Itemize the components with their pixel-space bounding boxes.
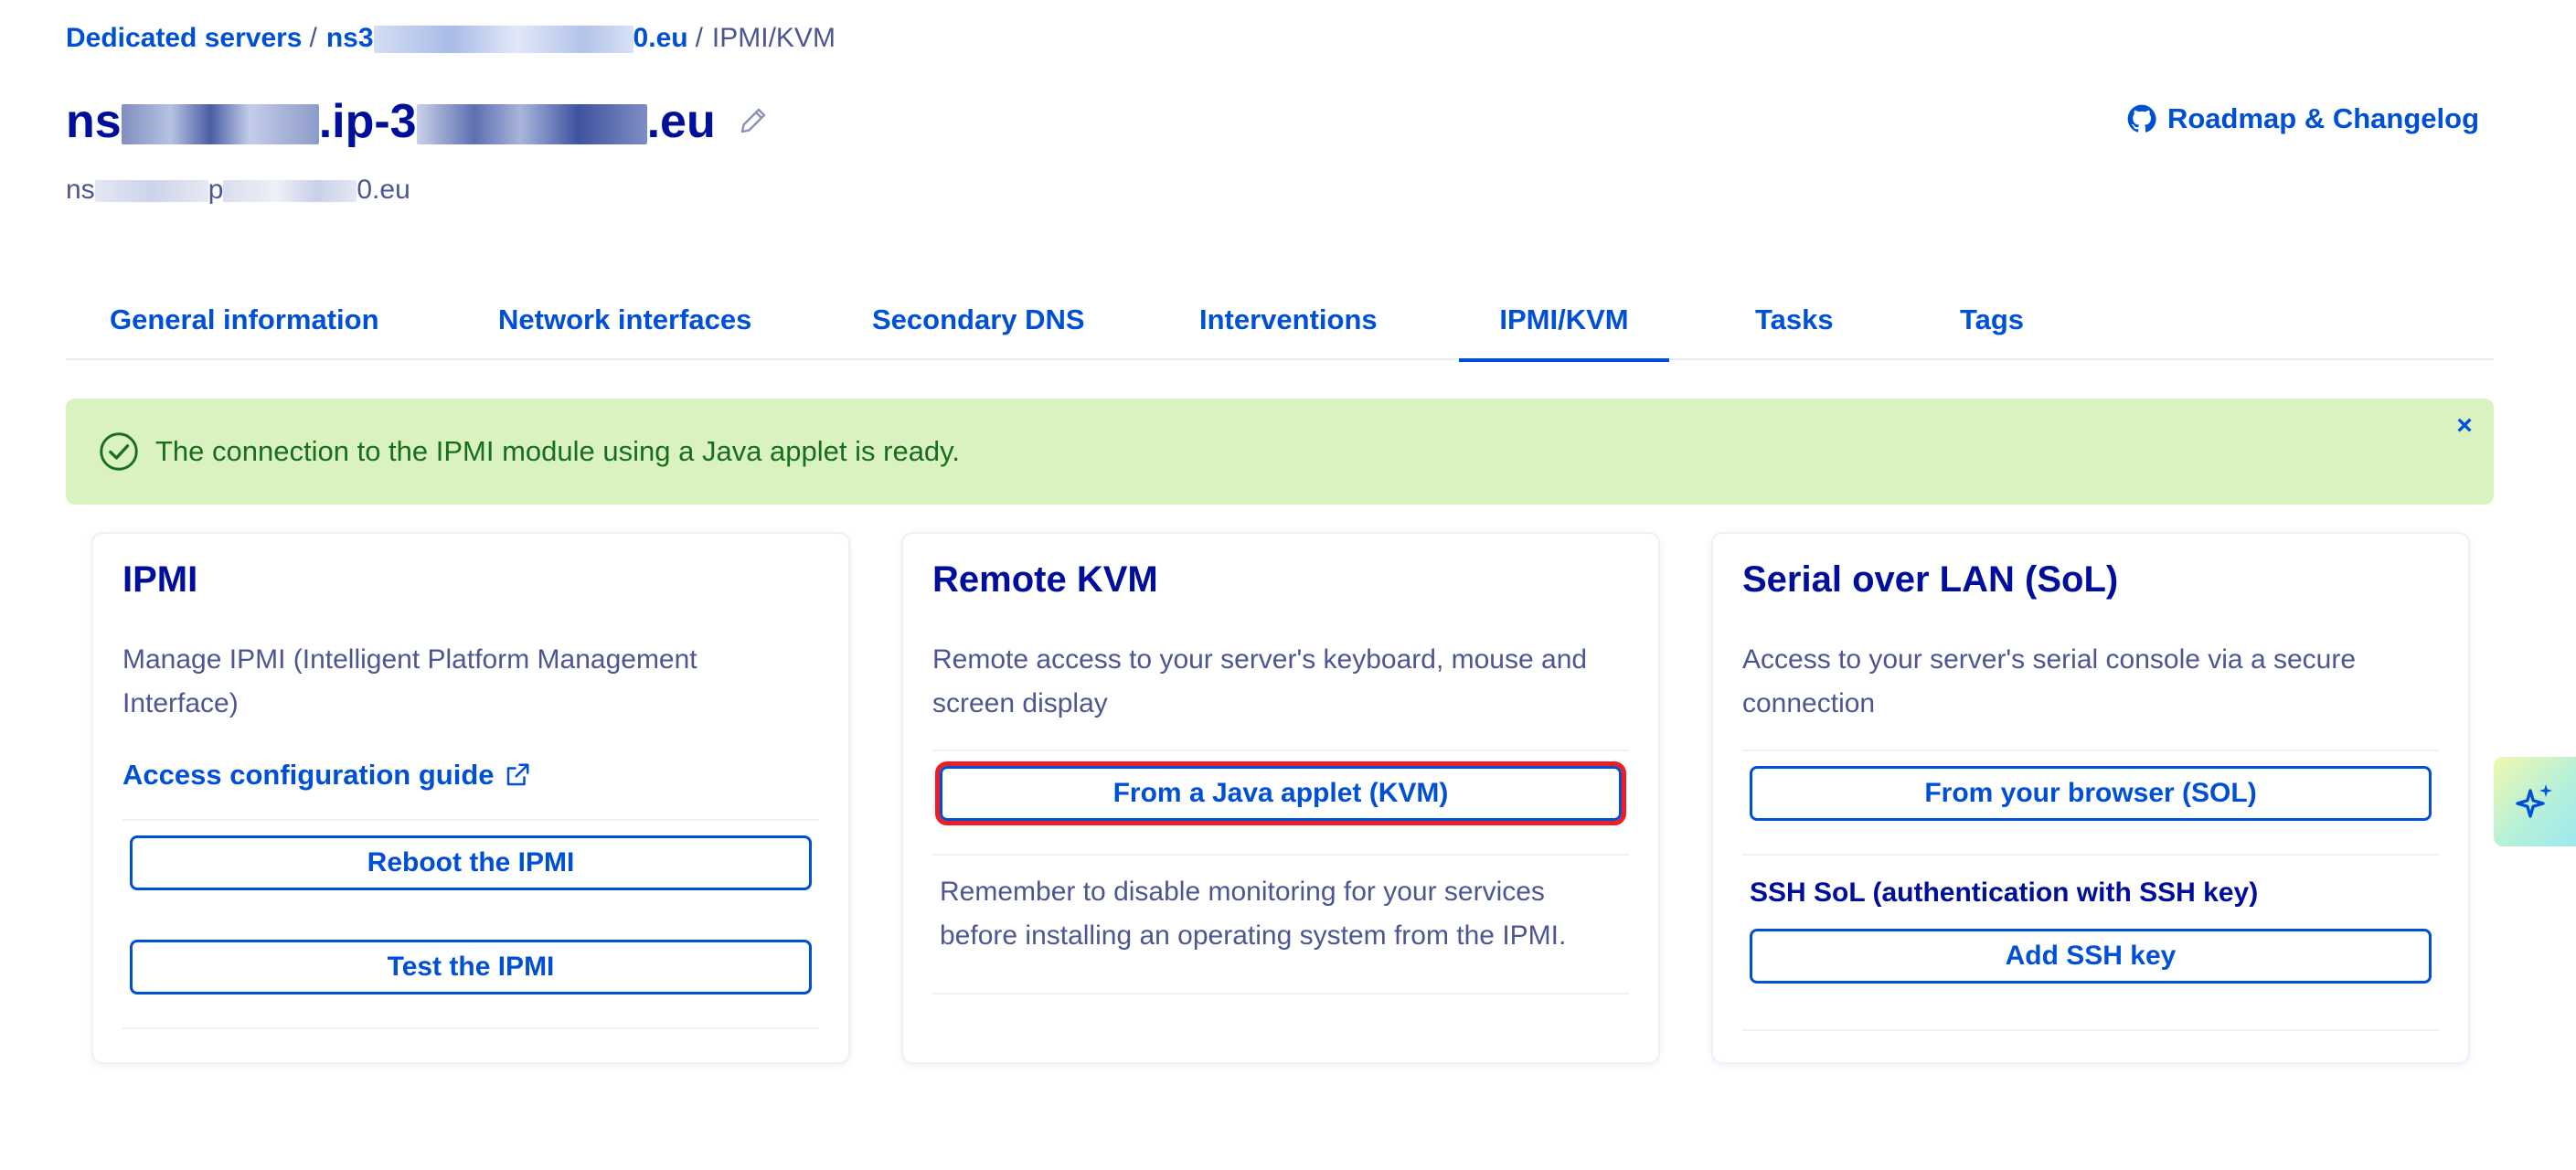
subtitle-mid: p (208, 175, 224, 205)
breadcrumb-server-prefix: ns3 (325, 23, 374, 53)
page-title: ns .ip-3 .eu (66, 90, 716, 154)
redacted-text (373, 26, 633, 54)
tab-general-information[interactable]: General information (110, 291, 379, 358)
sparkle-icon (2516, 784, 2552, 818)
java-applet-kvm-button[interactable]: From a Java applet (KVM) (935, 761, 1626, 825)
ipmi-card: IPMI Manage IPMI (Intelligent Platform M… (91, 532, 850, 1064)
redacted-text (121, 104, 319, 145)
redacted-text (223, 180, 357, 203)
close-icon[interactable]: × (2448, 410, 2481, 442)
kvm-monitoring-note: Remember to disable monitoring for your … (940, 877, 1567, 951)
serial-over-lan-card: Serial over LAN (SoL) Access to your ser… (1711, 532, 2470, 1064)
divider (1742, 854, 2439, 856)
divider (932, 854, 1629, 856)
breadcrumb-server[interactable]: ns3 0.eu (325, 23, 688, 54)
kvm-card-title: Remote KVM (932, 559, 1158, 600)
remote-kvm-card: Remote KVM Remote access to your server'… (901, 532, 1660, 1064)
success-alert: The connection to the IPMI module using … (66, 399, 2494, 505)
divider (932, 993, 1629, 994)
ssh-sol-label: SSH SoL (authentication with SSH key) (1750, 878, 2259, 908)
tab-interventions[interactable]: Interventions (1199, 291, 1378, 358)
page-title-suffix: .eu (646, 95, 716, 148)
sol-card-description: Access to your server's serial console v… (1742, 644, 2357, 718)
divider (122, 819, 819, 821)
ipmi-card-description: Manage IPMI (Intelligent Platform Manage… (122, 644, 697, 718)
ipmi-card-title: IPMI (122, 559, 198, 600)
page-subtitle: ns p 0.eu (66, 172, 410, 208)
access-configuration-guide-link[interactable]: Access configuration guide (122, 753, 531, 797)
divider (1742, 750, 2439, 751)
github-icon (2127, 104, 2156, 133)
breadcrumb: Dedicated servers / ns3 0.eu / IPMI/KVM (66, 20, 836, 57)
alert-message: The connection to the IPMI module using … (155, 435, 960, 467)
reboot-ipmi-button[interactable]: Reboot the IPMI (130, 835, 812, 890)
redacted-text (94, 180, 208, 203)
breadcrumb-dedicated-servers[interactable]: Dedicated servers (66, 23, 303, 53)
sol-card-title: Serial over LAN (SoL) (1742, 559, 2119, 600)
breadcrumb-server-suffix: 0.eu (633, 23, 688, 53)
tab-bar: General information Network interfaces S… (66, 291, 2494, 362)
ai-assistant-button[interactable] (2494, 757, 2576, 846)
check-circle-icon (100, 432, 138, 471)
browser-sol-button[interactable]: From your browser (SOL) (1750, 766, 2432, 821)
external-link-icon (506, 763, 529, 786)
page-title-prefix: ns (66, 95, 122, 148)
tab-secondary-dns[interactable]: Secondary DNS (872, 291, 1085, 358)
add-ssh-key-button[interactable]: Add SSH key (1750, 929, 2432, 984)
subtitle-prefix: ns (66, 175, 95, 205)
tab-tasks[interactable]: Tasks (1755, 291, 1834, 358)
breadcrumb-separator: / (309, 23, 317, 53)
breadcrumb-separator: / (695, 23, 703, 53)
pencil-icon[interactable] (737, 104, 770, 137)
page-title-mid: .ip-3 (318, 95, 417, 148)
breadcrumb-current: IPMI/KVM (711, 23, 836, 53)
tab-network-interfaces[interactable]: Network interfaces (498, 291, 751, 358)
test-ipmi-button[interactable]: Test the IPMI (130, 940, 812, 994)
roadmap-changelog-link[interactable]: Roadmap & Changelog (2127, 101, 2479, 137)
tab-tags[interactable]: Tags (1958, 291, 2026, 358)
guide-link-label: Access configuration guide (122, 759, 495, 791)
kvm-card-description: Remote access to your server's keyboard,… (932, 644, 1588, 718)
subtitle-suffix: 0.eu (357, 175, 410, 205)
divider (932, 750, 1629, 751)
redacted-text (416, 104, 647, 145)
divider (122, 1027, 819, 1029)
roadmap-label: Roadmap & Changelog (2166, 102, 2479, 134)
divider (1742, 1029, 2439, 1031)
tab-ipmi-kvm[interactable]: IPMI/KVM (1459, 291, 1669, 362)
